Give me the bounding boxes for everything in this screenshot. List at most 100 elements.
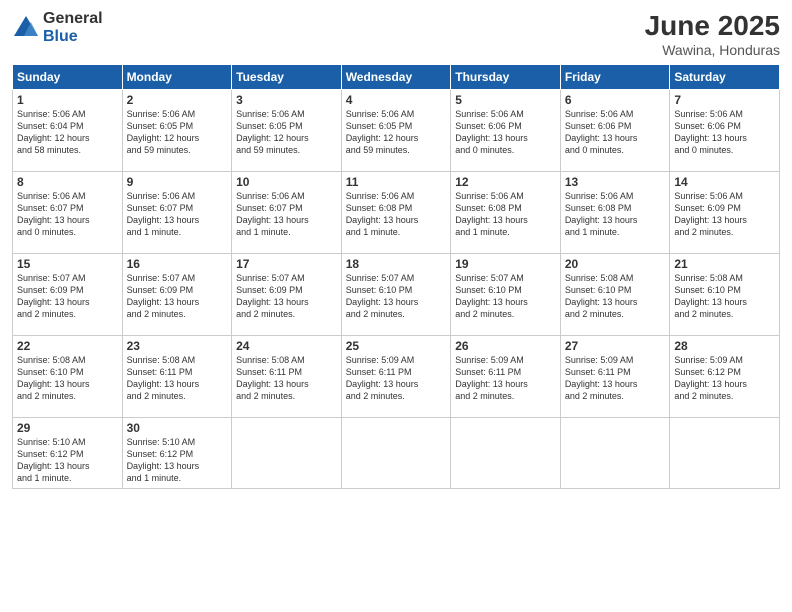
calendar-cell: 15 Sunrise: 5:07 AMSunset: 6:09 PMDayligh…: [13, 254, 123, 336]
day-number: 25: [346, 339, 447, 353]
day-number: 27: [565, 339, 666, 353]
day-info: Sunrise: 5:06 AMSunset: 6:08 PMDaylight:…: [455, 191, 528, 237]
day-info: Sunrise: 5:06 AMSunset: 6:04 PMDaylight:…: [17, 109, 90, 155]
day-number: 24: [236, 339, 337, 353]
day-info: Sunrise: 5:10 AMSunset: 6:12 PMDaylight:…: [127, 437, 200, 483]
calendar-cell: 16 Sunrise: 5:07 AMSunset: 6:09 PMDayligh…: [122, 254, 232, 336]
calendar-cell: [451, 418, 561, 489]
calendar-week-row: 22 Sunrise: 5:08 AMSunset: 6:10 PMDayligh…: [13, 336, 780, 418]
day-info: Sunrise: 5:06 AMSunset: 6:08 PMDaylight:…: [565, 191, 638, 237]
calendar-cell: 24 Sunrise: 5:08 AMSunset: 6:11 PMDayligh…: [232, 336, 342, 418]
day-info: Sunrise: 5:06 AMSunset: 6:09 PMDaylight:…: [674, 191, 747, 237]
col-header-monday: Monday: [122, 65, 232, 90]
calendar-cell: 28Sunrise: 5:09 AMSunset: 6:12 PMDayligh…: [670, 336, 780, 418]
calendar-cell: 30Sunrise: 5:10 AMSunset: 6:12 PMDayligh…: [122, 418, 232, 489]
col-header-wednesday: Wednesday: [341, 65, 451, 90]
day-info: Sunrise: 5:09 AMSunset: 6:11 PMDaylight:…: [455, 355, 528, 401]
day-info: Sunrise: 5:07 AMSunset: 6:10 PMDaylight:…: [455, 273, 528, 319]
day-number: 8: [17, 175, 118, 189]
calendar-cell: 18 Sunrise: 5:07 AMSunset: 6:10 PMDayligh…: [341, 254, 451, 336]
day-info: Sunrise: 5:07 AMSunset: 6:09 PMDaylight:…: [236, 273, 309, 319]
day-info: Sunrise: 5:06 AMSunset: 6:07 PMDaylight:…: [236, 191, 309, 237]
day-number: 20: [565, 257, 666, 271]
day-number: 18: [346, 257, 447, 271]
day-info: Sunrise: 5:09 AMSunset: 6:11 PMDaylight:…: [346, 355, 419, 401]
day-number: 19: [455, 257, 556, 271]
day-info: Sunrise: 5:08 AMSunset: 6:11 PMDaylight:…: [236, 355, 309, 401]
day-info: Sunrise: 5:06 AMSunset: 6:07 PMDaylight:…: [17, 191, 90, 237]
calendar-cell: 9 Sunrise: 5:06 AMSunset: 6:07 PMDaylight…: [122, 172, 232, 254]
logo-icon: [12, 14, 40, 42]
day-number: 22: [17, 339, 118, 353]
day-number: 28: [674, 339, 775, 353]
day-info: Sunrise: 5:06 AMSunset: 6:06 PMDaylight:…: [455, 109, 528, 155]
day-info: Sunrise: 5:06 AMSunset: 6:06 PMDaylight:…: [565, 109, 638, 155]
day-number: 26: [455, 339, 556, 353]
page-container: General Blue June 2025 Wawina, Honduras …: [0, 0, 792, 612]
col-header-tuesday: Tuesday: [232, 65, 342, 90]
day-info: Sunrise: 5:07 AMSunset: 6:10 PMDaylight:…: [346, 273, 419, 319]
calendar-cell: 12 Sunrise: 5:06 AMSunset: 6:08 PMDayligh…: [451, 172, 561, 254]
calendar-cell: 7Sunrise: 5:06 AMSunset: 6:06 PMDaylight…: [670, 90, 780, 172]
day-info: Sunrise: 5:06 AMSunset: 6:07 PMDaylight:…: [127, 191, 200, 237]
day-number: 16: [127, 257, 228, 271]
calendar-header-row: SundayMondayTuesdayWednesdayThursdayFrid…: [13, 65, 780, 90]
day-number: 7: [674, 93, 775, 107]
calendar-cell: 27Sunrise: 5:09 AMSunset: 6:11 PMDayligh…: [560, 336, 670, 418]
logo-text: General Blue: [43, 10, 103, 45]
day-info: Sunrise: 5:10 AMSunset: 6:12 PMDaylight:…: [17, 437, 90, 483]
day-info: Sunrise: 5:06 AMSunset: 6:05 PMDaylight:…: [236, 109, 309, 155]
calendar-cell: 3Sunrise: 5:06 AMSunset: 6:05 PMDaylight…: [232, 90, 342, 172]
calendar-week-row: 15 Sunrise: 5:07 AMSunset: 6:09 PMDayligh…: [13, 254, 780, 336]
day-number: 1: [17, 93, 118, 107]
calendar-cell: 6 Sunrise: 5:06 AMSunset: 6:06 PMDaylight…: [560, 90, 670, 172]
col-header-thursday: Thursday: [451, 65, 561, 90]
calendar-week-row: 29Sunrise: 5:10 AMSunset: 6:12 PMDayligh…: [13, 418, 780, 489]
calendar-cell: 19 Sunrise: 5:07 AMSunset: 6:10 PMDayligh…: [451, 254, 561, 336]
day-number: 11: [346, 175, 447, 189]
day-number: 15: [17, 257, 118, 271]
logo-general: General: [43, 10, 103, 28]
calendar-cell: [341, 418, 451, 489]
title-block: June 2025 Wawina, Honduras: [645, 10, 780, 58]
day-number: 14: [674, 175, 775, 189]
day-info: Sunrise: 5:08 AMSunset: 6:10 PMDaylight:…: [565, 273, 638, 319]
location: Wawina, Honduras: [645, 42, 780, 58]
calendar-cell: 25 Sunrise: 5:09 AMSunset: 6:11 PMDayligh…: [341, 336, 451, 418]
calendar-cell: 26 Sunrise: 5:09 AMSunset: 6:11 PMDayligh…: [451, 336, 561, 418]
day-info: Sunrise: 5:08 AMSunset: 6:10 PMDaylight:…: [17, 355, 90, 401]
day-info: Sunrise: 5:06 AMSunset: 6:05 PMDaylight:…: [127, 109, 200, 155]
calendar-cell: 10 Sunrise: 5:06 AMSunset: 6:07 PMDayligh…: [232, 172, 342, 254]
logo-blue: Blue: [43, 28, 103, 46]
day-number: 10: [236, 175, 337, 189]
calendar-cell: 17Sunrise: 5:07 AMSunset: 6:09 PMDayligh…: [232, 254, 342, 336]
col-header-saturday: Saturday: [670, 65, 780, 90]
calendar-cell: 11Sunrise: 5:06 AMSunset: 6:08 PMDayligh…: [341, 172, 451, 254]
day-info: Sunrise: 5:06 AMSunset: 6:05 PMDaylight:…: [346, 109, 419, 155]
calendar-cell: 1 Sunrise: 5:06 AMSunset: 6:04 PMDaylight…: [13, 90, 123, 172]
logo: General Blue: [12, 10, 103, 45]
calendar-cell: [670, 418, 780, 489]
day-number: 6: [565, 93, 666, 107]
calendar-cell: 21Sunrise: 5:08 AMSunset: 6:10 PMDayligh…: [670, 254, 780, 336]
calendar-cell: 2Sunrise: 5:06 AMSunset: 6:05 PMDaylight…: [122, 90, 232, 172]
day-info: Sunrise: 5:07 AMSunset: 6:09 PMDaylight:…: [127, 273, 200, 319]
day-number: 13: [565, 175, 666, 189]
day-info: Sunrise: 5:08 AMSunset: 6:10 PMDaylight:…: [674, 273, 747, 319]
month-title: June 2025: [645, 10, 780, 42]
col-header-sunday: Sunday: [13, 65, 123, 90]
day-number: 9: [127, 175, 228, 189]
calendar-cell: [232, 418, 342, 489]
calendar-cell: [560, 418, 670, 489]
calendar-cell: 14 Sunrise: 5:06 AMSunset: 6:09 PMDayligh…: [670, 172, 780, 254]
day-number: 12: [455, 175, 556, 189]
calendar-cell: 8 Sunrise: 5:06 AMSunset: 6:07 PMDaylight…: [13, 172, 123, 254]
calendar-cell: 29Sunrise: 5:10 AMSunset: 6:12 PMDayligh…: [13, 418, 123, 489]
day-info: Sunrise: 5:08 AMSunset: 6:11 PMDaylight:…: [127, 355, 200, 401]
day-info: Sunrise: 5:07 AMSunset: 6:09 PMDaylight:…: [17, 273, 90, 319]
calendar-body: 1 Sunrise: 5:06 AMSunset: 6:04 PMDaylight…: [13, 90, 780, 489]
calendar-cell: 5 Sunrise: 5:06 AMSunset: 6:06 PMDaylight…: [451, 90, 561, 172]
calendar-week-row: 1 Sunrise: 5:06 AMSunset: 6:04 PMDaylight…: [13, 90, 780, 172]
calendar-cell: 13 Sunrise: 5:06 AMSunset: 6:08 PMDayligh…: [560, 172, 670, 254]
day-number: 5: [455, 93, 556, 107]
